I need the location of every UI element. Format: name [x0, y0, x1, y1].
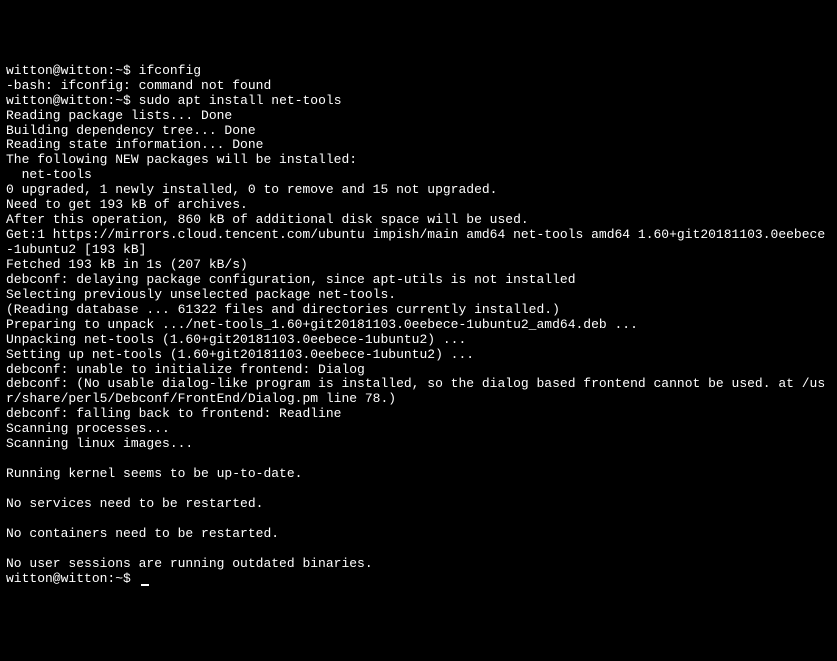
output-line [6, 482, 831, 497]
error-output: -bash: ifconfig: command not found [6, 79, 831, 94]
path: ~ [115, 63, 123, 78]
output-line: Unpacking net-tools (1.60+git20181103.0e… [6, 333, 831, 348]
prompt-line-3: witton@witton:~$ [6, 572, 831, 587]
output-line: No containers need to be restarted. [6, 527, 831, 542]
output-line [6, 512, 831, 527]
user-host: witton@witton [6, 63, 107, 78]
output-line: debconf: (No usable dialog-like program … [6, 377, 831, 407]
output-line: Selecting previously unselected package … [6, 288, 831, 303]
terminal[interactable]: witton@witton:~$ ifconfig-bash: ifconfig… [6, 64, 831, 587]
prompt-line-1: witton@witton:~$ ifconfig [6, 64, 831, 79]
output-line: No services need to be restarted. [6, 497, 831, 512]
output-line: Building dependency tree... Done [6, 124, 831, 139]
output-line: net-tools [6, 168, 831, 183]
output-line: Reading package lists... Done [6, 109, 831, 124]
output-line: debconf: delaying package configuration,… [6, 273, 831, 288]
command-text: ifconfig [139, 63, 201, 78]
output-line: Preparing to unpack .../net-tools_1.60+g… [6, 318, 831, 333]
user-host: witton@witton [6, 93, 107, 108]
prompt-line-2: witton@witton:~$ sudo apt install net-to… [6, 94, 831, 109]
output-line: After this operation, 860 kB of addition… [6, 213, 831, 228]
output-line: debconf: unable to initialize frontend: … [6, 363, 831, 378]
path: ~ [115, 93, 123, 108]
path: ~ [115, 571, 123, 586]
separator: : [107, 571, 115, 586]
output-line: Fetched 193 kB in 1s (207 kB/s) [6, 258, 831, 273]
output-line: Need to get 193 kB of archives. [6, 198, 831, 213]
output-line: No user sessions are running outdated bi… [6, 557, 831, 572]
output-line [6, 542, 831, 557]
output-line: Get:1 https://mirrors.cloud.tencent.com/… [6, 228, 831, 258]
prompt-symbol: $ [123, 571, 131, 586]
output-line: Running kernel seems to be up-to-date. [6, 467, 831, 482]
command-text: sudo apt install net-tools [139, 93, 342, 108]
prompt-symbol: $ [123, 93, 131, 108]
output-line: Scanning linux images... [6, 437, 831, 452]
output-line: 0 upgraded, 1 newly installed, 0 to remo… [6, 183, 831, 198]
output-line: The following NEW packages will be insta… [6, 153, 831, 168]
output-line: debconf: falling back to frontend: Readl… [6, 407, 831, 422]
prompt-symbol: $ [123, 63, 131, 78]
user-host: witton@witton [6, 571, 107, 586]
output-line [6, 452, 831, 467]
output-line: Setting up net-tools (1.60+git20181103.0… [6, 348, 831, 363]
cursor-icon [141, 584, 149, 586]
output-line: (Reading database ... 61322 files and di… [6, 303, 831, 318]
output-line: Scanning processes... [6, 422, 831, 437]
apt-output: Reading package lists... DoneBuilding de… [6, 109, 831, 572]
output-line: Reading state information... Done [6, 138, 831, 153]
